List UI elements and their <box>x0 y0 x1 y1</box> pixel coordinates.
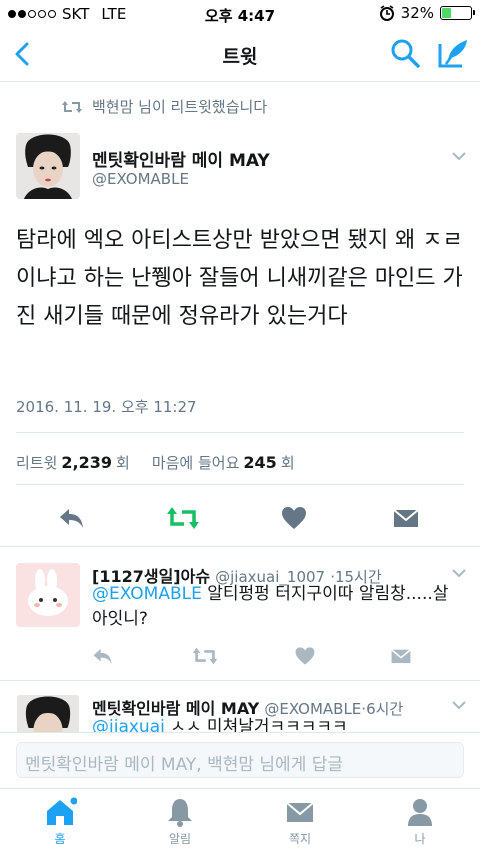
reply-mention[interactable]: @jiaxuai <box>92 717 165 732</box>
envelope-icon[interactable] <box>392 504 420 532</box>
retweet-icon[interactable] <box>166 504 200 532</box>
retweet-icon <box>62 100 82 113</box>
tab-label: 나 <box>414 832 426 846</box>
divider <box>16 432 464 433</box>
home-icon <box>47 797 77 825</box>
tab-bar: 홈 알림 쪽지 나 <box>0 788 480 854</box>
tweet-text: 탐라에 엑오 아티스트상만 받았으면 됐지 왜 ㅈㄹ이냐고 하는 난쮕아 잘들어… <box>16 228 463 329</box>
reply-bar: 멘팃확인바람 메이 MAY, 백현맘 님에게 답글 <box>0 732 480 788</box>
tab-home[interactable]: 홈 <box>20 797 100 847</box>
avatar[interactable] <box>16 133 80 199</box>
likes-count[interactable]: 245 <box>243 453 276 472</box>
envelope-icon[interactable] <box>390 645 412 667</box>
battery-icon <box>440 6 475 20</box>
person-icon <box>408 799 432 826</box>
nav-bar: 트윗 <box>0 28 480 82</box>
retweet-icon[interactable] <box>192 645 218 667</box>
reply-body: ㅅㅅ 미쳐날거ㅋㅋㅋㅋㅋ <box>164 717 348 732</box>
tab-messages[interactable]: 쪽지 <box>260 797 340 847</box>
battery-percent: 32% <box>400 4 434 22</box>
tweet-actions <box>0 504 480 534</box>
retweets-label[interactable]: 리트윗 <box>16 452 57 473</box>
retweets-suffix: 회 <box>116 454 130 472</box>
tab-notifications[interactable]: 알림 <box>140 797 220 847</box>
reply-tweet[interactable]: [1127생일]아슈 @jiaxuai_1007 ·15시간 @EXOMABLE… <box>0 547 480 677</box>
tab-me[interactable]: 나 <box>380 797 460 847</box>
tweet-author-handle[interactable]: @EXOMABLE <box>92 170 189 188</box>
likes-label[interactable]: 마음에 들어요 <box>152 452 240 473</box>
reply-mention[interactable]: @EXOMABLE <box>92 584 202 604</box>
heart-icon[interactable] <box>294 645 316 667</box>
envelope-icon <box>286 802 314 822</box>
compose-icon[interactable] <box>436 36 470 70</box>
tab-label: 알림 <box>168 832 192 846</box>
tab-label: 쪽지 <box>288 832 312 846</box>
chevron-down-icon[interactable] <box>451 151 467 161</box>
chevron-down-icon[interactable] <box>451 700 467 710</box>
retweet-context: 백현맘 님이 리트윗했습니다 <box>62 96 267 117</box>
retweet-context-text: 백현맘 님이 리트윗했습니다 <box>92 98 268 116</box>
reply-input[interactable]: 멘팃확인바람 메이 MAY, 백현맘 님에게 답글 <box>16 742 464 778</box>
reply-text: @jiaxuai ㅅㅅ 미쳐날거ㅋㅋㅋㅋㅋ <box>92 715 452 732</box>
reply-tweet[interactable]: 멘팃확인바람 메이 MAY @EXOMABLE·6시간 @jiaxuai ㅅㅅ … <box>0 681 480 732</box>
reply-text: @EXOMABLE 알티펑펑 터지구이따 알림창.....살아잇니? <box>92 582 452 632</box>
tweet-stats: 리트윗 2,239 회 마음에 들어요 245 회 <box>16 452 295 473</box>
battery-fill <box>442 8 451 18</box>
search-icon[interactable] <box>390 38 420 68</box>
alarm-icon <box>379 5 394 21</box>
avatar[interactable] <box>16 563 80 627</box>
tweet-author-name[interactable]: 멘팃확인바람 메이 MAY <box>92 146 270 171</box>
likes-suffix: 회 <box>280 454 295 472</box>
bell-icon <box>168 799 192 827</box>
divider <box>16 484 464 485</box>
reply-icon[interactable] <box>58 504 86 532</box>
avatar[interactable] <box>16 695 80 732</box>
retweets-count[interactable]: 2,239 <box>61 453 112 472</box>
heart-icon[interactable] <box>280 504 308 532</box>
tab-label: 홈 <box>54 832 66 846</box>
chevron-down-icon[interactable] <box>451 568 467 578</box>
tweet-timestamp: 2016. 11. 19. 오후 11:27 <box>16 398 197 416</box>
status-bar: SKT LTE 오후 4:47 32% <box>0 0 480 28</box>
status-right: 32% <box>379 4 475 22</box>
reply-icon[interactable] <box>92 645 114 667</box>
